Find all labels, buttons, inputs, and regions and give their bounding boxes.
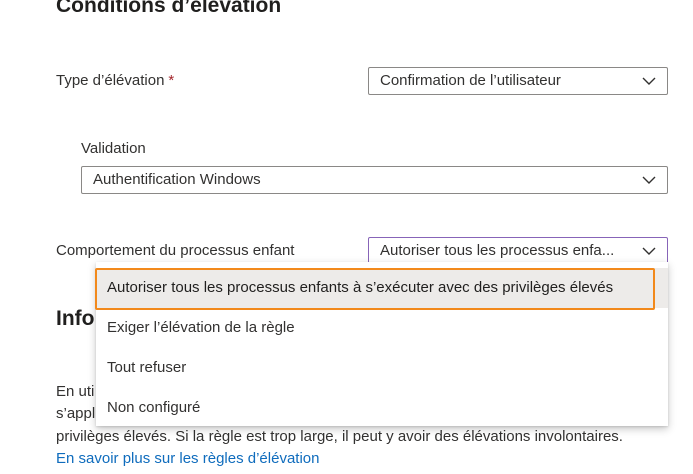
option-require-rule-elevation[interactable]: Exiger l’élévation de la règle — [96, 308, 668, 348]
section-title: Conditions d’élévation — [56, 0, 282, 17]
info-text-line-1: En uti — [56, 383, 95, 400]
elevation-type-label: Type d’élévation * — [56, 72, 174, 89]
elevation-type-dropdown[interactable]: Confirmation de l’utilisateur — [368, 67, 668, 95]
chevron-down-icon — [642, 176, 656, 184]
elevation-rules-link[interactable]: En savoir plus sur les règles d’élévatio… — [56, 450, 319, 467]
validation-label: Validation — [81, 140, 146, 157]
child-process-dropdown[interactable]: Autoriser tous les processus enfa... — [368, 237, 668, 265]
info-section-title: Info — [56, 307, 95, 330]
child-process-value: Autoriser tous les processus enfa... — [380, 242, 615, 259]
option-allow-all-children[interactable]: Autoriser tous les processus enfants à s… — [95, 268, 668, 310]
option-label: Autoriser tous les processus enfants à s… — [107, 279, 614, 296]
child-process-options-list: Autoriser tous les processus enfants à s… — [95, 262, 668, 428]
option-not-configured[interactable]: Non configuré — [96, 388, 668, 428]
info-text-line-2: s’appl — [56, 405, 96, 422]
chevron-down-icon — [642, 77, 656, 85]
validation-value: Authentification Windows — [93, 171, 261, 188]
option-label: Non configuré — [107, 399, 201, 416]
option-label: Tout refuser — [107, 359, 187, 376]
option-label: Exiger l’élévation de la règle — [107, 319, 295, 336]
info-text-line-3: privilèges élevés. Si la règle est trop … — [56, 428, 623, 445]
child-process-label: Comportement du processus enfant — [56, 242, 295, 259]
elevation-type-label-text: Type d’élévation — [56, 72, 165, 89]
required-marker: * — [168, 72, 175, 89]
option-deny-all[interactable]: Tout refuser — [96, 348, 668, 388]
elevation-type-value: Confirmation de l’utilisateur — [380, 72, 561, 89]
chevron-down-icon — [642, 247, 656, 255]
validation-dropdown[interactable]: Authentification Windows — [81, 166, 668, 194]
